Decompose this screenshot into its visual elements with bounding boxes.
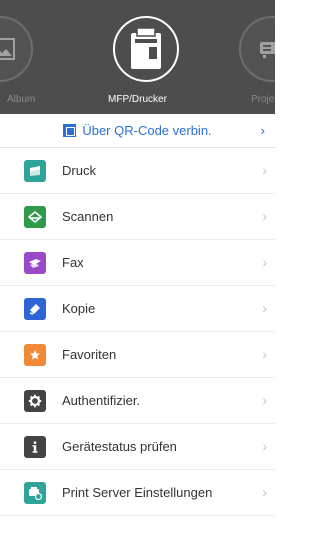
chevron-right-icon: › <box>262 346 267 362</box>
qr-connect-label: Über QR-Code verbin. <box>82 123 212 138</box>
chevron-right-icon: › <box>262 300 267 316</box>
chevron-right-icon: › <box>262 208 267 224</box>
device-projector[interactable] <box>239 16 275 82</box>
print-icon <box>24 159 46 182</box>
menu-item-kopie[interactable]: Kopie › <box>0 286 275 332</box>
photo-album-icon <box>0 38 15 60</box>
menu-label: Kopie <box>62 301 96 316</box>
menu-label: Fax <box>62 255 84 270</box>
chevron-right-icon: › <box>262 162 267 178</box>
menu-item-druck[interactable]: Druck › <box>0 148 275 194</box>
menu-item-geraetestatus[interactable]: Gerätestatus prüfen › <box>0 424 275 470</box>
menu-item-scannen[interactable]: Scannen › <box>0 194 275 240</box>
chevron-right-icon: › <box>260 123 265 138</box>
chevron-right-icon: › <box>262 392 267 408</box>
menu-label: Druck <box>62 163 96 178</box>
chevron-right-icon: › <box>262 484 267 500</box>
menu-label: Gerätestatus prüfen <box>62 439 177 454</box>
menu-item-favoriten[interactable]: Favoriten › <box>0 332 275 378</box>
device-mfp-printer[interactable] <box>113 16 179 82</box>
scan-icon <box>24 205 46 228</box>
mfp-printer-icon <box>131 27 161 69</box>
menu-label: Favoriten <box>62 347 117 362</box>
device-carousel[interactable]: Album MFP/Drucker Proje <box>0 0 275 114</box>
copy-icon <box>24 297 46 320</box>
menu-label: Authentifizier. <box>62 393 141 408</box>
menu-item-fax[interactable]: Fax › <box>0 240 275 286</box>
star-icon <box>24 343 46 366</box>
menu-item-authentifizier[interactable]: Authentifizier. › <box>0 378 275 424</box>
gear-icon <box>24 389 46 412</box>
projector-icon <box>260 42 275 58</box>
function-menu: Druck › Scannen › Fax › Kopie › Favorite… <box>0 148 275 516</box>
device-label-projector: Proje <box>251 94 275 105</box>
menu-item-print-server[interactable]: Print Server Einstellungen › <box>0 470 275 516</box>
menu-label: Print Server Einstellungen <box>62 485 213 500</box>
fax-icon <box>24 251 46 274</box>
device-album[interactable] <box>0 16 33 82</box>
info-icon <box>24 435 46 458</box>
chevron-right-icon: › <box>262 438 267 454</box>
qr-code-icon <box>63 124 77 137</box>
device-label-mfp: MFP/Drucker <box>108 94 167 105</box>
chevron-right-icon: › <box>262 254 267 270</box>
print-server-icon <box>24 481 46 504</box>
qr-connect-row[interactable]: Über QR-Code verbin. › <box>0 114 275 148</box>
menu-label: Scannen <box>62 209 114 224</box>
